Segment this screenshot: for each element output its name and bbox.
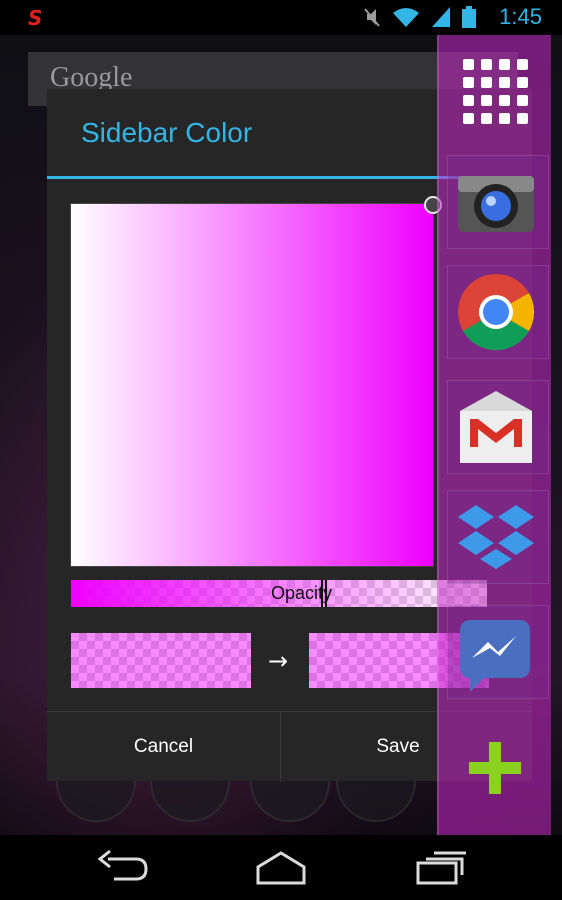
clock: 1:45 — [499, 4, 542, 29]
home-icon[interactable] — [254, 849, 308, 885]
status-icons — [357, 6, 476, 30]
wifi-icon — [392, 8, 419, 27]
signal-icon — [431, 7, 450, 27]
recent-apps-icon[interactable] — [414, 849, 468, 885]
camera-icon — [458, 176, 534, 232]
back-icon[interactable] — [96, 849, 150, 885]
old-color-swatch[interactable] — [71, 633, 251, 688]
add-icon[interactable] — [467, 740, 523, 796]
mute-icon — [363, 8, 380, 27]
messenger-icon — [460, 620, 530, 692]
arrow-icon: → — [268, 647, 289, 675]
navigation-bar — [0, 835, 562, 900]
chrome-icon — [458, 274, 535, 351]
app-drawer-grid-icon[interactable] — [461, 57, 531, 127]
sidebar-item-chrome[interactable] — [447, 265, 549, 359]
sidebar-item-messenger[interactable] — [447, 605, 549, 699]
opacity-slider[interactable]: Opacity — [71, 580, 487, 607]
sidebar-item-camera[interactable] — [447, 155, 549, 249]
saturation-value-picker[interactable] — [70, 203, 434, 567]
sidebar — [437, 35, 551, 835]
sidebar-item-dropbox[interactable] — [447, 490, 549, 584]
gmail-icon — [460, 391, 532, 463]
opacity-slider-thumb[interactable] — [321, 580, 327, 607]
sidebar-item-gmail[interactable] — [447, 380, 549, 474]
cancel-button[interactable]: Cancel — [47, 712, 281, 782]
app-notification-icon: S — [28, 6, 43, 30]
battery-icon — [462, 6, 476, 28]
dialog-title: Sidebar Color — [81, 117, 253, 148]
dropbox-icon — [458, 505, 534, 569]
status-bar: S 1:45 — [0, 0, 562, 35]
